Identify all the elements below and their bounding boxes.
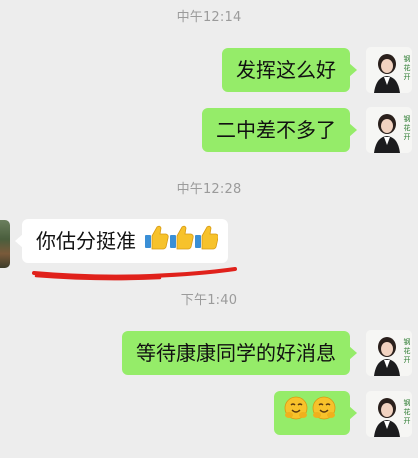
avatar[interactable]: 钢 花 开: [366, 391, 412, 437]
svg-text:钢: 钢: [404, 114, 411, 123]
svg-text:开: 开: [404, 356, 411, 364]
avatar[interactable]: 钢 花 开: [366, 330, 412, 376]
user-avatar-icon: 钢 花 开: [366, 107, 412, 153]
svg-text:花: 花: [404, 123, 411, 132]
svg-text:开: 开: [404, 133, 411, 141]
user-avatar-icon: 钢 花 开: [366, 47, 412, 93]
svg-text:花: 花: [404, 346, 411, 355]
svg-text:钢: 钢: [404, 337, 411, 346]
user-avatar-icon: 钢 花 开: [366, 391, 412, 437]
message-text: 等待康康同学的好消息: [136, 341, 336, 365]
svg-text:钢: 钢: [404, 398, 411, 407]
timestamp: 下午1:40: [180, 293, 238, 308]
avatar[interactable]: 钢 花 开: [366, 47, 412, 93]
hugging-face-icon: [284, 393, 338, 437]
message-bubble-sent[interactable]: [274, 391, 357, 437]
message-bubble-received[interactable]: 你估分挺准: [14, 219, 229, 265]
svg-text:开: 开: [404, 73, 411, 81]
svg-text:花: 花: [404, 63, 411, 72]
message-text: 发挥这么好: [236, 58, 336, 82]
svg-text:开: 开: [404, 417, 411, 425]
message-bubble-sent[interactable]: 发挥这么好: [222, 48, 357, 92]
red-underline-annotation: [32, 267, 237, 281]
message-bubble-sent[interactable]: 二中差不多了: [202, 108, 357, 152]
svg-text:钢: 钢: [404, 54, 411, 63]
timestamp: 中午12:28: [176, 182, 242, 197]
svg-text:花: 花: [404, 407, 411, 416]
message-text: 二中差不多了: [216, 118, 336, 142]
timestamp: 中午12:14: [176, 10, 242, 25]
thumbs-up-icon: [144, 221, 220, 265]
avatar[interactable]: 钢 花 开: [366, 107, 412, 153]
avatar[interactable]: [0, 220, 10, 268]
user-avatar-icon: 钢 花 开: [366, 330, 412, 376]
message-text: 你估分挺准: [36, 229, 136, 253]
message-bubble-sent[interactable]: 等待康康同学的好消息: [122, 331, 357, 375]
